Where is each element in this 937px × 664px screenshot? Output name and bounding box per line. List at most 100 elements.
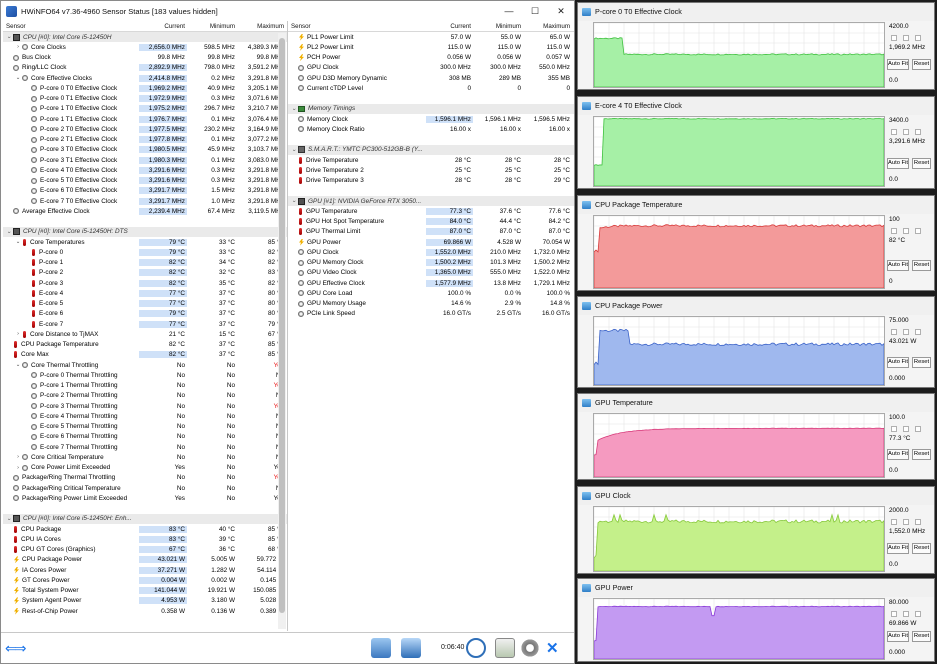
graph-option-toggle[interactable]	[915, 426, 921, 432]
graph-option-toggle[interactable]	[915, 129, 921, 135]
graph-window[interactable]: GPU Clock 2000.0 1,552.0 MHz Auto Fit Reset 0…	[577, 486, 935, 574]
sensor-row[interactable]: GPU Memory Usage 14.6 % 2.9 % 14.8 %	[288, 299, 574, 309]
sensor-row[interactable]: P-core 1 82 °C 34 °C 82 °C	[3, 258, 287, 268]
expand-arrow-icon[interactable]: ⌄	[14, 362, 22, 368]
graph-option-toggle[interactable]	[903, 228, 909, 234]
graph-window[interactable]: CPU Package Power 75.000 43.021 W Auto Fit R…	[577, 296, 935, 388]
reset-button[interactable]: Reset	[912, 543, 931, 554]
auto-fit-button[interactable]: Auto Fit	[887, 59, 909, 70]
sensor-row[interactable]: Drive Temperature 28 °C 28 °C 28 °C	[288, 155, 574, 165]
sensor-row[interactable]: GPU Effective Clock 1,577.9 MHz 13.8 MHz 1,…	[288, 278, 574, 288]
sensor-row[interactable]: Drive Temperature 3 28 °C 28 °C 29 °C	[288, 176, 574, 186]
graph-option-toggle[interactable]	[891, 329, 897, 335]
sensor-row[interactable]: ⌄Core Thermal ThrottlingNoNoYes	[3, 360, 287, 370]
sensor-row[interactable]: P-core 1 Thermal ThrottlingNoNoYes	[3, 381, 287, 391]
sensor-group-header[interactable]: ⌄ Memory Timings	[288, 103, 574, 114]
sensor-group-header[interactable]: ⌄ S.M.A.R.T.: YMTC PC300-512GB-B (Y...	[288, 144, 574, 155]
sensor-row[interactable]: Core Max 82 °C 37 °C 85 °C	[3, 350, 287, 360]
sensor-row[interactable]: P-core 0 T1 Effective Clock 1,972.9 MHz 0.…	[3, 94, 287, 104]
sensor-row[interactable]: CPU IA Cores 83 °C 39 °C 85 °C	[3, 534, 287, 544]
graph-option-toggle[interactable]	[891, 611, 897, 617]
sensor-row[interactable]: Package/Ring Power Limit ExceededYesNoYe…	[3, 493, 287, 503]
sensor-row[interactable]: Rest-of-Chip Power 0.358 W 0.136 W 0.389 W	[3, 606, 287, 616]
close-sensors-icon[interactable]: ✕	[546, 637, 559, 659]
sensor-row[interactable]: PL1 Power Limit 57.0 W 55.0 W 65.0 W	[288, 32, 574, 42]
sensor-row[interactable]: P-core 3 T1 Effective Clock 1,980.3 MHz 0.…	[3, 155, 287, 165]
sensor-row[interactable]: CPU GT Cores (Graphics) 67 °C 36 °C 68 °C	[3, 545, 287, 555]
sensor-row[interactable]: GPU Clock 1,552.0 MHz 210.0 MHz 1,732.0 MHz	[288, 247, 574, 257]
sensor-row[interactable]: Average Effective Clock 2,239.4 MHz 67.4 M…	[3, 206, 287, 216]
report-icon[interactable]	[401, 637, 421, 659]
sensor-row[interactable]: ⌄ Core Temperatures 79 °C 33 °C 85 °C	[3, 237, 287, 247]
expand-arrow-icon[interactable]: ›	[14, 331, 22, 337]
sensor-row[interactable]: ⌄ Core Effective Clocks 2,414.8 MHz 0.2 MHz…	[3, 73, 287, 83]
sensor-row[interactable]: E-core 5 Thermal ThrottlingNoNoNo	[3, 422, 287, 432]
sensor-row[interactable]: E-core 4 T0 Effective Clock 3,291.6 MHz 0.…	[3, 165, 287, 175]
sensor-group-header[interactable]: ⌄ CPU [#0]: Intel Core i5-12450H: Enh...	[3, 513, 287, 524]
expand-arrow-icon[interactable]: ⌄	[14, 239, 22, 245]
col-maximum[interactable]: Maximum	[237, 23, 286, 30]
sensor-row[interactable]: GPU D3D Memory Dynamic 308 MB 289 MB 355 MB	[288, 73, 574, 83]
expand-arrow-icon[interactable]: ›	[14, 454, 22, 460]
graph-option-toggle[interactable]	[903, 329, 909, 335]
sensor-row[interactable]: Memory Clock Ratio 16.00 x 16.00 x 16.00 x	[288, 124, 574, 134]
sensor-row[interactable]: P-core 2 Thermal ThrottlingNoNoNo	[3, 391, 287, 401]
sensor-row[interactable]: GPU Video Clock 1,365.0 MHz 555.0 MHz 1,522…	[288, 268, 574, 278]
graph-option-toggle[interactable]	[891, 519, 897, 525]
graph-option-toggle[interactable]	[903, 129, 909, 135]
sensor-row[interactable]: GPU Core Load 100.0 % 0.0 % 100.0 %	[288, 288, 574, 298]
maximize-button[interactable]: ☐	[522, 6, 548, 17]
sensor-row[interactable]: P-core 0 Thermal ThrottlingNoNoNo	[3, 370, 287, 380]
reset-button[interactable]: Reset	[912, 357, 931, 368]
reset-button[interactable]: Reset	[912, 158, 931, 169]
sensor-row[interactable]: › Core Clocks 2,656.0 MHz 598.5 MHz 4,389.3 …	[3, 42, 287, 52]
sensor-row[interactable]: P-core 0 T0 Effective Clock 1,969.2 MHz 40…	[3, 83, 287, 93]
reset-button[interactable]: Reset	[912, 59, 931, 70]
sensor-row[interactable]: Package/Ring Critical TemperatureNoNoNo	[3, 483, 287, 493]
sensor-row[interactable]: ›Core Power Limit ExceededYesNoYes	[3, 463, 287, 473]
sensor-row[interactable]: E-core 6 79 °C 37 °C 80 °C	[3, 309, 287, 319]
sensor-row[interactable]: Total System Power 141.044 W 19.921 W 150.0…	[3, 586, 287, 596]
auto-fit-button[interactable]: Auto Fit	[887, 357, 909, 368]
settings-gear-icon[interactable]	[520, 637, 540, 659]
log-icon[interactable]	[495, 637, 515, 659]
auto-fit-button[interactable]: Auto Fit	[887, 158, 909, 169]
sensor-row[interactable]: P-core 2 82 °C 32 °C 83 °C	[3, 268, 287, 278]
sensor-row[interactable]: Drive Temperature 2 25 °C 25 °C 25 °C	[288, 165, 574, 175]
sensor-row[interactable]: P-core 2 T0 Effective Clock 1,977.5 MHz 23…	[3, 124, 287, 134]
sensor-row[interactable]: PCIe Link Speed 16.0 GT/s 2.5 GT/s 16.0 GT/…	[288, 309, 574, 319]
sensor-row[interactable]: P-core 1 T0 Effective Clock 1,975.2 MHz 29…	[3, 104, 287, 114]
sensor-row[interactable]: CPU Package 83 °C 40 °C 85 °C	[3, 524, 287, 534]
sensor-row[interactable]: E-core 7 77 °C 37 °C 79 °C	[3, 319, 287, 329]
sensor-group-header[interactable]: ⌄ CPU [#0]: Intel Core i5-12450H: DTS	[3, 226, 287, 237]
graph-window[interactable]: GPU Power 80.000 69.866 W Auto Fit Reset 0.00…	[577, 578, 935, 662]
reset-button[interactable]: Reset	[912, 260, 931, 271]
sensor-row[interactable]: System Agent Power 4.953 W 3.180 W 5.028 W	[3, 596, 287, 606]
sensor-row[interactable]: Memory Clock 1,596.1 MHz 1,596.1 MHz 1,596.…	[288, 114, 574, 124]
sensor-row[interactable]: Ring/LLC Clock 2,892.9 MHz 798.0 MHz 3,591.…	[3, 63, 287, 73]
sensor-row[interactable]: GPU Clock 300.0 MHz 300.0 MHz 550.0 MHz	[288, 63, 574, 73]
minimize-button[interactable]: —	[496, 6, 522, 16]
sensor-row[interactable]: P-core 3 82 °C 35 °C 82 °C	[3, 278, 287, 288]
graph-window[interactable]: CPU Package Temperature 100 82 °C Auto Fit R…	[577, 195, 935, 291]
navigate-arrows-icon[interactable]: ⇐⇒	[5, 637, 27, 659]
expand-arrow-icon[interactable]: ›	[14, 465, 22, 471]
auto-fit-button[interactable]: Auto Fit	[887, 260, 909, 271]
sensor-row[interactable]: PL2 Power Limit 115.0 W 115.0 W 115.0 W	[288, 42, 574, 52]
sensor-row[interactable]: E-core 6 T0 Effective Clock 3,291.7 MHz 1.…	[3, 186, 287, 196]
sensor-row[interactable]: Bus Clock 99.8 MHz 99.8 MHz 99.8 MHz	[3, 53, 287, 63]
auto-fit-button[interactable]: Auto Fit	[887, 631, 909, 642]
graph-option-toggle[interactable]	[915, 611, 921, 617]
sensor-row[interactable]: CPU Package Power 43.021 W 5.005 W 59.772 W	[3, 555, 287, 565]
sensor-row[interactable]: Package/Ring Thermal ThrottlingNoNoYes	[3, 473, 287, 483]
scrollbar-thumb[interactable]	[279, 38, 285, 613]
sensor-row[interactable]: P-core 0 79 °C 33 °C 82 °C	[3, 247, 287, 257]
sensor-row[interactable]: GPU Hot Spot Temperature 84.0 °C 44.4 °C 84…	[288, 217, 574, 227]
col-minimum[interactable]: Minimum	[473, 23, 523, 30]
sensor-row[interactable]: E-core 6 Thermal ThrottlingNoNoNo	[3, 432, 287, 442]
graph-option-toggle[interactable]	[903, 611, 909, 617]
sensor-row[interactable]: E-core 5 T0 Effective Clock 3,291.6 MHz 0.…	[3, 176, 287, 186]
graph-option-toggle[interactable]	[891, 228, 897, 234]
sensor-row[interactable]: CPU Package Temperature 82 °C 37 °C 85 °C	[3, 340, 287, 350]
scrollbar[interactable]	[278, 33, 286, 629]
